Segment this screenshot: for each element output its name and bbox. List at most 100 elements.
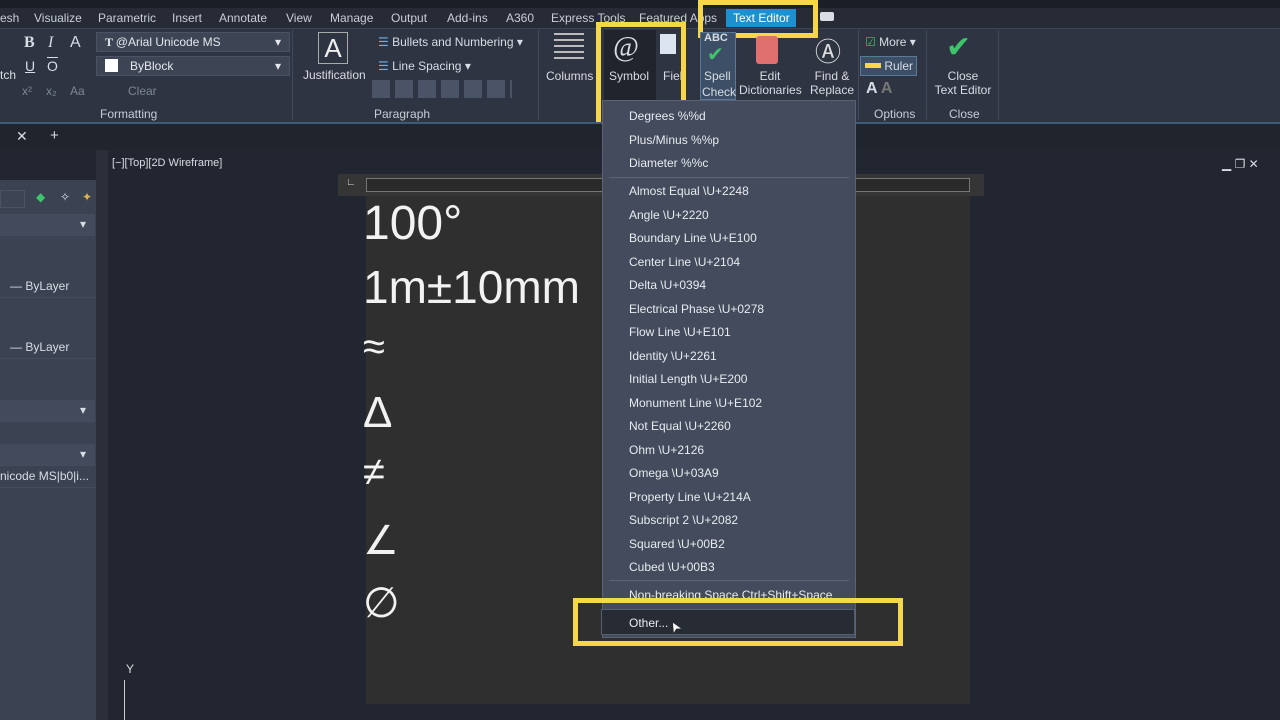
match-label[interactable]: tch: [0, 68, 16, 82]
menu-item[interactable]: Almost Equal \U+2248: [629, 184, 749, 198]
menu-item[interactable]: Boundary Line \U+E100: [629, 231, 757, 245]
menu-item[interactable]: Degrees %%d: [629, 109, 706, 123]
align-buttons[interactable]: [372, 80, 512, 98]
close-tab-icon[interactable]: ✕: [16, 128, 28, 145]
viewport-label[interactable]: [−][Top][2D Wireframe]: [112, 157, 222, 169]
bold-button[interactable]: B: [24, 34, 35, 52]
dictionary-icon: [756, 36, 778, 64]
menu-item[interactable]: Cubed \U+00B3: [629, 560, 715, 574]
italic-button[interactable]: I: [48, 34, 53, 52]
palette-row[interactable]: — ByLayer: [0, 276, 95, 298]
ruler-toggle[interactable]: Ruler: [860, 56, 917, 76]
columns-icon: [554, 33, 584, 61]
formatting-group-label[interactable]: Formatting: [100, 107, 157, 121]
strikethrough-button[interactable]: A: [70, 34, 81, 52]
ribbon-tab[interactable]: Insert: [172, 11, 202, 25]
justification-button[interactable]: Justification: [303, 68, 366, 82]
menu-item[interactable]: Not Equal \U+2260: [629, 419, 731, 433]
palette-dropdown[interactable]: [0, 190, 25, 208]
find-replace-button[interactable]: Find & Replace: [806, 69, 858, 97]
palette-row[interactable]: nicode MS|b0|i...: [0, 466, 95, 488]
more-button[interactable]: ☑ More ▾: [865, 35, 916, 49]
palette-row[interactable]: ▾: [0, 444, 95, 466]
menu-item[interactable]: Plus/Minus %%p: [629, 133, 719, 147]
columns-button[interactable]: Columns: [546, 69, 593, 83]
divider: [998, 30, 999, 120]
window-controls[interactable]: ▁ ❐ ✕: [1222, 157, 1259, 171]
menu-item[interactable]: Flow Line \U+E101: [629, 325, 731, 339]
other-highlight: [573, 598, 903, 646]
font-size-icons[interactable]: A A: [866, 80, 892, 98]
edit-dictionaries-button[interactable]: Edit Dictionaries: [739, 69, 802, 97]
ribbon-tab[interactable]: Manage: [330, 11, 373, 25]
superscript-button[interactable]: x²: [22, 84, 32, 98]
ribbon-tab[interactable]: A360: [506, 11, 534, 25]
ribbon-tab[interactable]: Visualize: [34, 11, 82, 25]
ribbon-tab[interactable]: Annotate: [219, 11, 267, 25]
menu-item[interactable]: Diameter %%c: [629, 156, 708, 170]
workspace-icon[interactable]: [820, 12, 834, 21]
justification-icon: A: [318, 32, 348, 64]
close-group-label: Close: [949, 107, 980, 121]
mtext-line[interactable]: ≠: [363, 450, 385, 495]
mtext-line[interactable]: ≈: [363, 325, 385, 370]
mtext-line[interactable]: Δ: [363, 388, 392, 438]
divider: [292, 30, 293, 120]
mtext-line[interactable]: ∅: [363, 578, 400, 627]
menu-item[interactable]: Squared \U+00B2: [629, 537, 725, 551]
new-tab-button[interactable]: +: [50, 127, 59, 144]
menu-item[interactable]: Center Line \U+2104: [629, 255, 740, 269]
checkbox-icon: ☑: [865, 35, 880, 49]
symbol-menu: Degrees %%d Plus/Minus %%p Diameter %%c Alm…: [601, 100, 856, 638]
check-icon: ✔: [707, 44, 724, 66]
menu-item[interactable]: Omega \U+03A9: [629, 466, 719, 480]
change-case-button[interactable]: Aa: [70, 84, 85, 98]
menu-item[interactable]: Electrical Phase \U+0278: [629, 302, 764, 316]
subscript-button[interactable]: x₂: [46, 84, 57, 98]
select-objects-icon[interactable]: ✦: [82, 190, 92, 204]
palette-row[interactable]: — ByLayer: [0, 337, 95, 359]
color-swatch: [105, 59, 118, 72]
ribbon-tab[interactable]: Output: [391, 11, 427, 25]
close-text-editor-button[interactable]: Close Text Editor: [932, 69, 994, 97]
divider: [858, 30, 859, 120]
menu-item[interactable]: Monument Line \U+E102: [629, 396, 762, 410]
menu-item[interactable]: Ohm \U+2126: [629, 443, 704, 457]
mtext-line[interactable]: ∠: [363, 518, 399, 564]
menu-item[interactable]: Subscript 2 \U+2082: [629, 513, 738, 527]
palette-divider[interactable]: [96, 150, 108, 720]
menu-item[interactable]: Angle \U+2220: [629, 208, 709, 222]
overline-button[interactable]: O: [47, 58, 58, 74]
menu-separator: [609, 580, 849, 581]
title-bar: [0, 0, 1280, 8]
menu-item[interactable]: Identity \U+2261: [629, 349, 717, 363]
menu-item[interactable]: Delta \U+0394: [629, 278, 706, 292]
bullets-numbering-button[interactable]: ☰ Bullets and Numbering ▾: [378, 35, 523, 49]
ribbon-tab[interactable]: Add-ins: [447, 11, 488, 25]
line-spacing-button[interactable]: ☰ Line Spacing ▾: [378, 59, 471, 73]
menu-item[interactable]: Initial Length \U+E200: [629, 372, 747, 386]
chevron-down-icon: ▾: [274, 59, 281, 73]
ruler-icon: [865, 63, 881, 68]
paragraph-group-label[interactable]: Paragraph: [374, 107, 430, 121]
ribbon-tab[interactable]: esh: [0, 11, 19, 25]
color-dropdown[interactable]: ByBlock ▾: [96, 56, 290, 76]
ribbon-tab[interactable]: Parametric: [98, 11, 156, 25]
font-dropdown[interactable]: T @Arial Unicode MS ▾: [96, 32, 290, 52]
chevron-down-icon: ▾: [274, 35, 281, 49]
color-value: ByBlock: [130, 59, 174, 73]
ucs-y-label: Y: [126, 662, 135, 676]
mtext-line[interactable]: 100°: [363, 196, 462, 251]
find-replace-icon: Ⓐ: [815, 37, 842, 67]
palette-row[interactable]: ▾: [0, 400, 95, 422]
ribbon-tab[interactable]: View: [286, 11, 312, 25]
quick-select-icon[interactable]: ◆: [36, 190, 45, 204]
pickadd-icon[interactable]: ✧: [60, 190, 70, 204]
menu-item[interactable]: Property Line \U+214A: [629, 490, 751, 504]
underline-button[interactable]: U: [25, 58, 35, 74]
mtext-line[interactable]: 1m±10mm: [363, 260, 580, 314]
properties-palette: ◆ ✧ ✦ ▾ — ByLayer — ByLayer ▾ ▾ nicode M…: [0, 180, 96, 720]
menu-separator: [609, 177, 849, 178]
clear-button[interactable]: Clear: [128, 84, 157, 98]
palette-row[interactable]: ▾: [0, 214, 95, 236]
